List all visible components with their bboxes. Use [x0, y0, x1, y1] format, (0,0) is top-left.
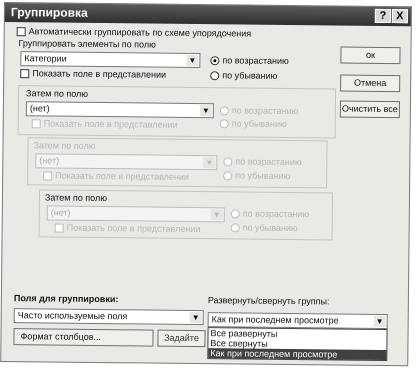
- then-by-value-1: (нет): [29, 103, 50, 114]
- desc-label: по убыванию: [222, 70, 278, 81]
- then-by-show-checkbox-1[interactable]: [31, 119, 41, 129]
- then-by-show-label-2: Показать поле в представлении: [55, 170, 190, 182]
- auto-group-label: Автоматически группировать по схеме упор…: [28, 26, 252, 39]
- chevron-down-icon: ▼: [210, 209, 223, 221]
- then-by-desc-label-3: по убыванию: [242, 222, 298, 234]
- show-field-label: Показать поле в представлении: [32, 68, 167, 80]
- help-button[interactable]: ?: [374, 8, 391, 24]
- asc-radio[interactable]: [210, 56, 220, 66]
- title-bar: Группировка ? X: [4, 3, 411, 27]
- then-by-desc-label-1: по убыванию: [231, 118, 287, 129]
- then-by-desc-radio-1[interactable]: [219, 119, 229, 129]
- then-by-show-label-3: Показать поле в представлении: [66, 222, 201, 235]
- dialog-title: Группировка: [10, 5, 88, 20]
- fields-value: Часто используемые поля: [17, 310, 128, 322]
- then-by-label-1: Затем по полю: [25, 88, 89, 99]
- then-by-field-select-1[interactable]: (нет) ▼: [25, 101, 214, 119]
- fields-label: Поля для группировки:: [13, 293, 119, 305]
- expand-value: Как при последнем просмотре: [211, 314, 339, 326]
- ok-button[interactable]: ок: [340, 46, 401, 65]
- then-by-field-select-2[interactable]: (нет) ▼: [35, 153, 218, 171]
- group-by-label: Группировать элементы по полю: [18, 38, 156, 50]
- then-by-desc-label-2: по убыванию: [235, 170, 291, 182]
- show-field-checkbox[interactable]: [20, 69, 30, 79]
- then-by-show-checkbox-2[interactable]: [43, 171, 53, 181]
- then-by-asc-radio-3[interactable]: [230, 209, 240, 219]
- then-by-show-label-1: Показать поле в представлении: [43, 118, 178, 130]
- then-by-desc-radio-2[interactable]: [223, 171, 233, 181]
- group-by-field-value: Категории: [24, 53, 67, 64]
- obscured-button[interactable]: Задайте: [157, 329, 206, 348]
- expand-label: Развернуть/свернуть группы:: [207, 295, 330, 307]
- chevron-down-icon: ▼: [189, 311, 202, 324]
- then-by-asc-label-3: по возрастанию: [242, 208, 310, 220]
- then-by-asc-radio-2[interactable]: [223, 157, 233, 167]
- then-by-desc-radio-3[interactable]: [230, 223, 240, 233]
- then-by-asc-label-2: по возрастанию: [235, 156, 302, 168]
- expand-dropdown-list: Все развернуты Все свернуты Как при посл…: [207, 327, 388, 362]
- then-by-show-checkbox-3[interactable]: [54, 223, 64, 233]
- fields-select[interactable]: Часто используемые поля ▼: [13, 308, 204, 326]
- auto-group-checkbox[interactable]: [16, 27, 26, 37]
- then-by-label-3: Затем по полю: [44, 192, 108, 204]
- asc-label: по возрастанию: [222, 55, 289, 66]
- then-by-value-3: (нет): [50, 207, 71, 218]
- grouping-dialog: Группировка ? X Автоматически группирова…: [0, 2, 412, 367]
- cancel-button[interactable]: Отмена: [340, 74, 401, 93]
- then-by-value-2: (нет): [39, 155, 60, 166]
- desc-radio[interactable]: [210, 71, 220, 81]
- chevron-down-icon: ▼: [203, 157, 216, 169]
- chevron-down-icon: ▼: [186, 54, 199, 67]
- clear-all-button[interactable]: Очистить все: [339, 100, 400, 119]
- then-by-label-2: Затем по полю: [33, 140, 96, 151]
- then-by-field-select-3[interactable]: (нет) ▼: [46, 205, 225, 223]
- then-by-asc-label-1: по возрастанию: [231, 105, 299, 117]
- then-by-asc-radio-1[interactable]: [219, 106, 229, 116]
- close-button[interactable]: X: [391, 9, 408, 24]
- expand-option-selected[interactable]: Как при последнем просмотре: [208, 348, 387, 361]
- chevron-down-icon: ▼: [199, 105, 212, 117]
- chevron-down-icon: ▼: [373, 315, 386, 328]
- format-columns-button[interactable]: Формат столбцов...: [13, 328, 154, 347]
- group-by-field-select[interactable]: Категории ▼: [20, 51, 201, 69]
